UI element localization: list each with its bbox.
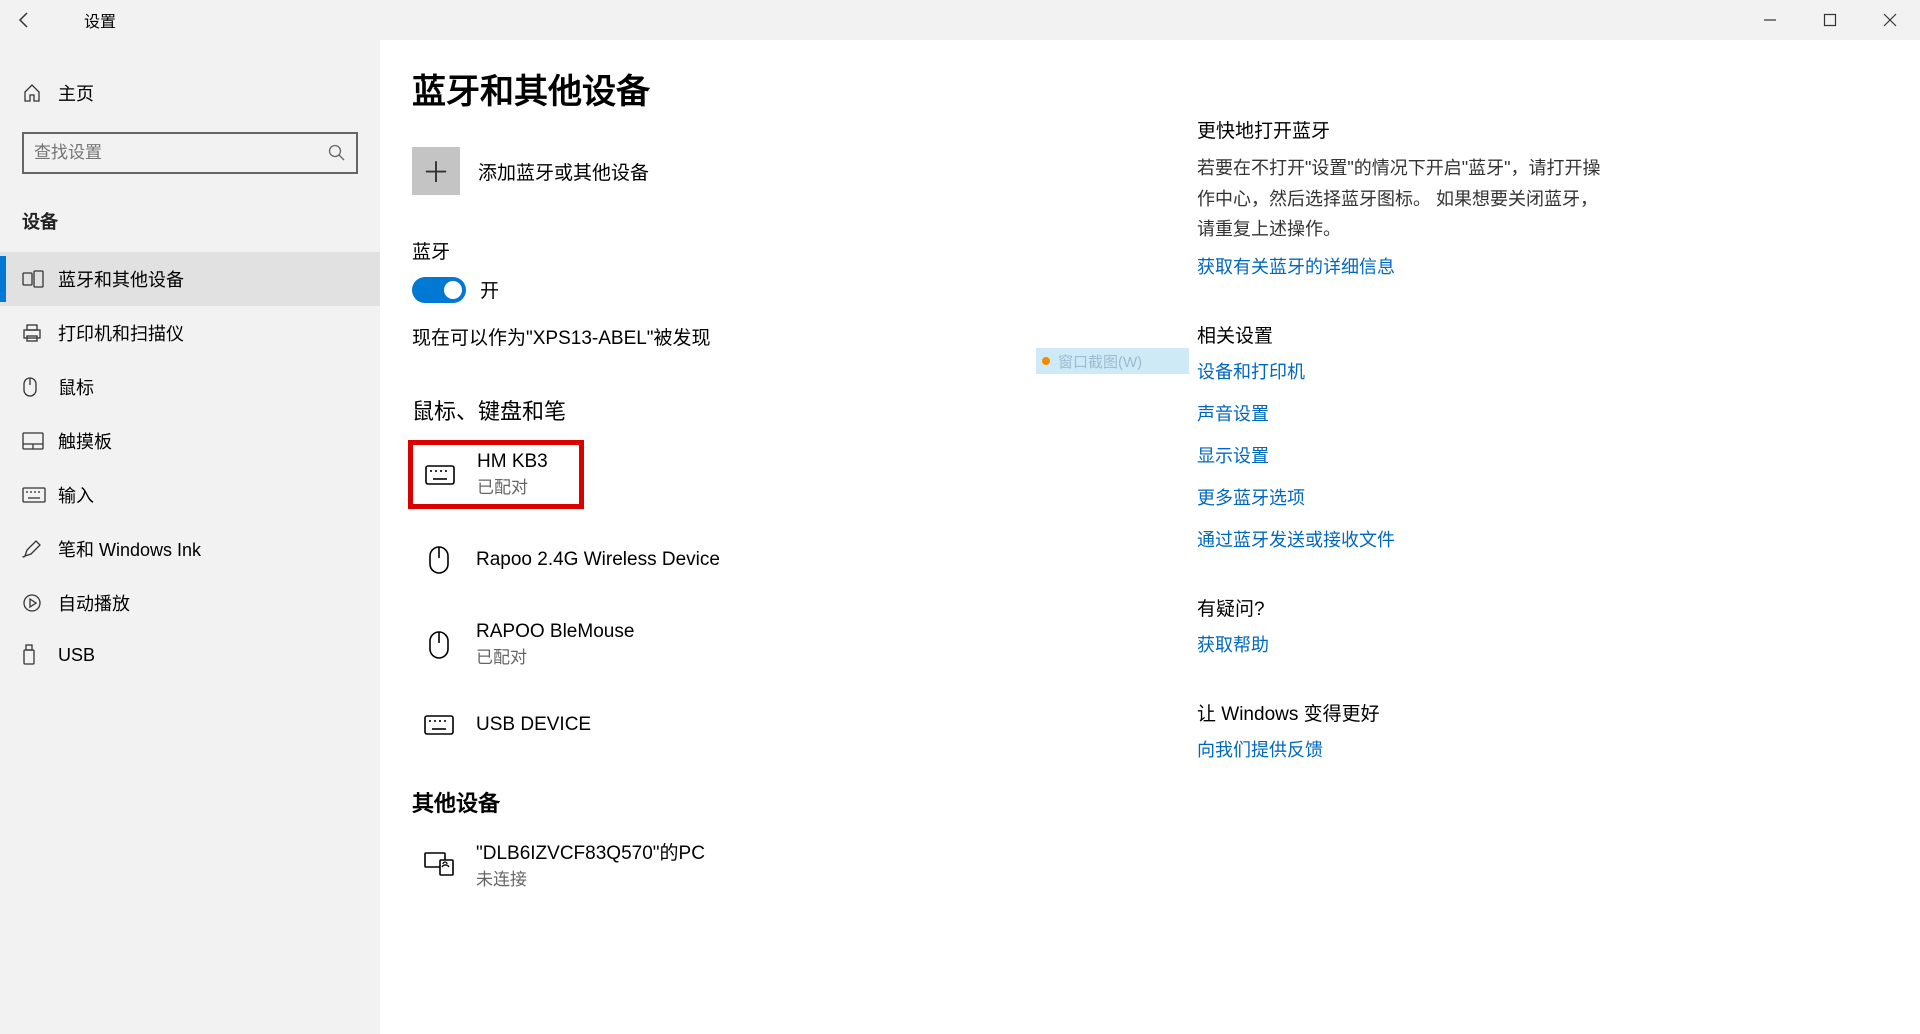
sidebar-item-label: 自动播放 [58, 590, 130, 616]
back-button[interactable] [0, 0, 48, 40]
toggle-state-label: 开 [480, 276, 499, 303]
touchpad-icon [22, 432, 58, 450]
content-area: 主页 设备 蓝牙和其他设备打印机和扫描仪鼠标触摸板输入笔和 Windows In… [0, 40, 1920, 1034]
related-link-2[interactable]: 显示设置 [1197, 442, 1607, 468]
device-status: 未连接 [476, 865, 705, 890]
minimize-button[interactable] [1740, 0, 1800, 40]
maximize-icon [1823, 13, 1837, 27]
sidebar-item-1[interactable]: 打印机和扫描仪 [0, 306, 380, 360]
discoverable-text: 现在可以作为"XPS13-ABEL"被发现 [412, 323, 1197, 350]
device-item[interactable]: Rapoo 2.4G Wireless Device [412, 535, 1197, 585]
sidebar-item-label: 触摸板 [58, 428, 112, 454]
sidebar-item-4[interactable]: 输入 [0, 468, 380, 522]
close-button[interactable] [1860, 0, 1920, 40]
device-item[interactable]: "DLB6IZVCF83Q570"的PC 未连接 [412, 828, 1197, 900]
close-icon [1883, 13, 1897, 27]
sidebar-section-header: 设备 [0, 202, 380, 252]
help-quick-open-header: 更快地打开蓝牙 [1197, 116, 1607, 143]
recording-dot-icon [1042, 357, 1050, 365]
device-status: 已配对 [477, 473, 548, 498]
screenshot-overlay-hint: 窗口截图(W) [1036, 348, 1189, 374]
help-get-help-link[interactable]: 获取帮助 [1197, 631, 1607, 657]
help-related-header: 相关设置 [1197, 321, 1607, 348]
sidebar-item-label: USB [58, 645, 95, 666]
sidebar-item-label: 输入 [58, 482, 94, 508]
pc-icon [420, 852, 458, 876]
help-bluetooth-details-link[interactable]: 获取有关蓝牙的详细信息 [1197, 253, 1607, 279]
home-label: 主页 [58, 80, 94, 106]
sidebar-item-7[interactable]: USB [0, 630, 380, 680]
sidebar-item-0[interactable]: 蓝牙和其他设备 [0, 252, 380, 306]
keyboard-icon [421, 465, 459, 485]
help-quick-open-body: 若要在不打开"设置"的情况下开启"蓝牙"，请打开操作中心，然后选择蓝牙图标。 如… [1197, 153, 1607, 245]
help-better-header: 让 Windows 变得更好 [1197, 699, 1607, 726]
pen-icon [22, 539, 58, 559]
device-item[interactable]: RAPOO BleMouse 已配对 [412, 611, 1197, 678]
page-title: 蓝牙和其他设备 [412, 64, 1197, 113]
related-link-4[interactable]: 通过蓝牙发送或接收文件 [1197, 526, 1607, 552]
help-question-header: 有疑问? [1197, 594, 1607, 621]
mouse-icon [22, 376, 58, 398]
bluetooth-devices-icon [22, 269, 58, 289]
home-nav[interactable]: 主页 [0, 68, 380, 118]
mouse-icon [420, 545, 458, 575]
device-name: RAPOO BleMouse [476, 621, 634, 643]
add-device-label: 添加蓝牙或其他设备 [478, 158, 649, 185]
sidebar-item-label: 笔和 Windows Ink [58, 536, 201, 562]
help-panel: 更快地打开蓝牙 若要在不打开"设置"的情况下开启"蓝牙"，请打开操作中心，然后选… [1197, 64, 1607, 1034]
main-panel: 蓝牙和其他设备 ＋ 添加蓝牙或其他设备 蓝牙 开 现在可以作为"XPS13-AB… [380, 40, 1920, 1034]
device-name: "DLB6IZVCF83Q570"的PC [476, 838, 705, 865]
sidebar-item-6[interactable]: 自动播放 [0, 576, 380, 630]
section-other-devices: 其他设备 [412, 786, 1197, 818]
minimize-icon [1763, 13, 1777, 27]
sidebar-item-label: 打印机和扫描仪 [58, 320, 184, 346]
title-bar: 设置 [0, 0, 1920, 40]
keyboard-icon [420, 715, 458, 735]
search-input[interactable] [34, 143, 328, 163]
sidebar-item-2[interactable]: 鼠标 [0, 360, 380, 414]
autoplay-icon [22, 593, 58, 613]
sidebar-item-label: 鼠标 [58, 374, 94, 400]
device-status: 已配对 [476, 643, 634, 668]
home-icon [22, 83, 58, 103]
sidebar-item-5[interactable]: 笔和 Windows Ink [0, 522, 380, 576]
sidebar-item-3[interactable]: 触摸板 [0, 414, 380, 468]
bluetooth-label: 蓝牙 [412, 237, 1197, 264]
maximize-button[interactable] [1800, 0, 1860, 40]
back-arrow-icon [15, 11, 33, 29]
overlay-hint-text: 窗口截图(W) [1058, 351, 1142, 372]
add-device-button[interactable]: ＋ [412, 147, 460, 195]
section-mouse-keyboard-pen: 鼠标、键盘和笔 [412, 394, 1197, 426]
add-device-row[interactable]: ＋ 添加蓝牙或其他设备 [412, 147, 1197, 195]
search-icon [328, 144, 346, 162]
keyboard-icon [22, 487, 58, 503]
printer-icon [22, 323, 58, 343]
bluetooth-toggle[interactable] [412, 277, 466, 303]
plus-icon: ＋ [422, 151, 450, 191]
window-controls [1740, 0, 1920, 40]
bluetooth-toggle-row: 开 [412, 276, 1197, 303]
device-item[interactable]: USB DEVICE [412, 704, 1197, 746]
sidebar-item-label: 蓝牙和其他设备 [58, 266, 184, 292]
device-item[interactable]: HM KB3 已配对 [408, 440, 584, 509]
window-title: 设置 [84, 8, 116, 32]
mouse-icon [420, 630, 458, 660]
search-box[interactable] [22, 132, 358, 174]
related-link-3[interactable]: 更多蓝牙选项 [1197, 484, 1607, 510]
usb-icon [22, 644, 58, 666]
sidebar: 主页 设备 蓝牙和其他设备打印机和扫描仪鼠标触摸板输入笔和 Windows In… [0, 40, 380, 1034]
device-name: Rapoo 2.4G Wireless Device [476, 549, 720, 571]
device-name: HM KB3 [477, 451, 548, 473]
related-link-0[interactable]: 设备和打印机 [1197, 358, 1607, 384]
related-link-1[interactable]: 声音设置 [1197, 400, 1607, 426]
help-feedback-link[interactable]: 向我们提供反馈 [1197, 736, 1607, 762]
device-name: USB DEVICE [476, 714, 591, 736]
